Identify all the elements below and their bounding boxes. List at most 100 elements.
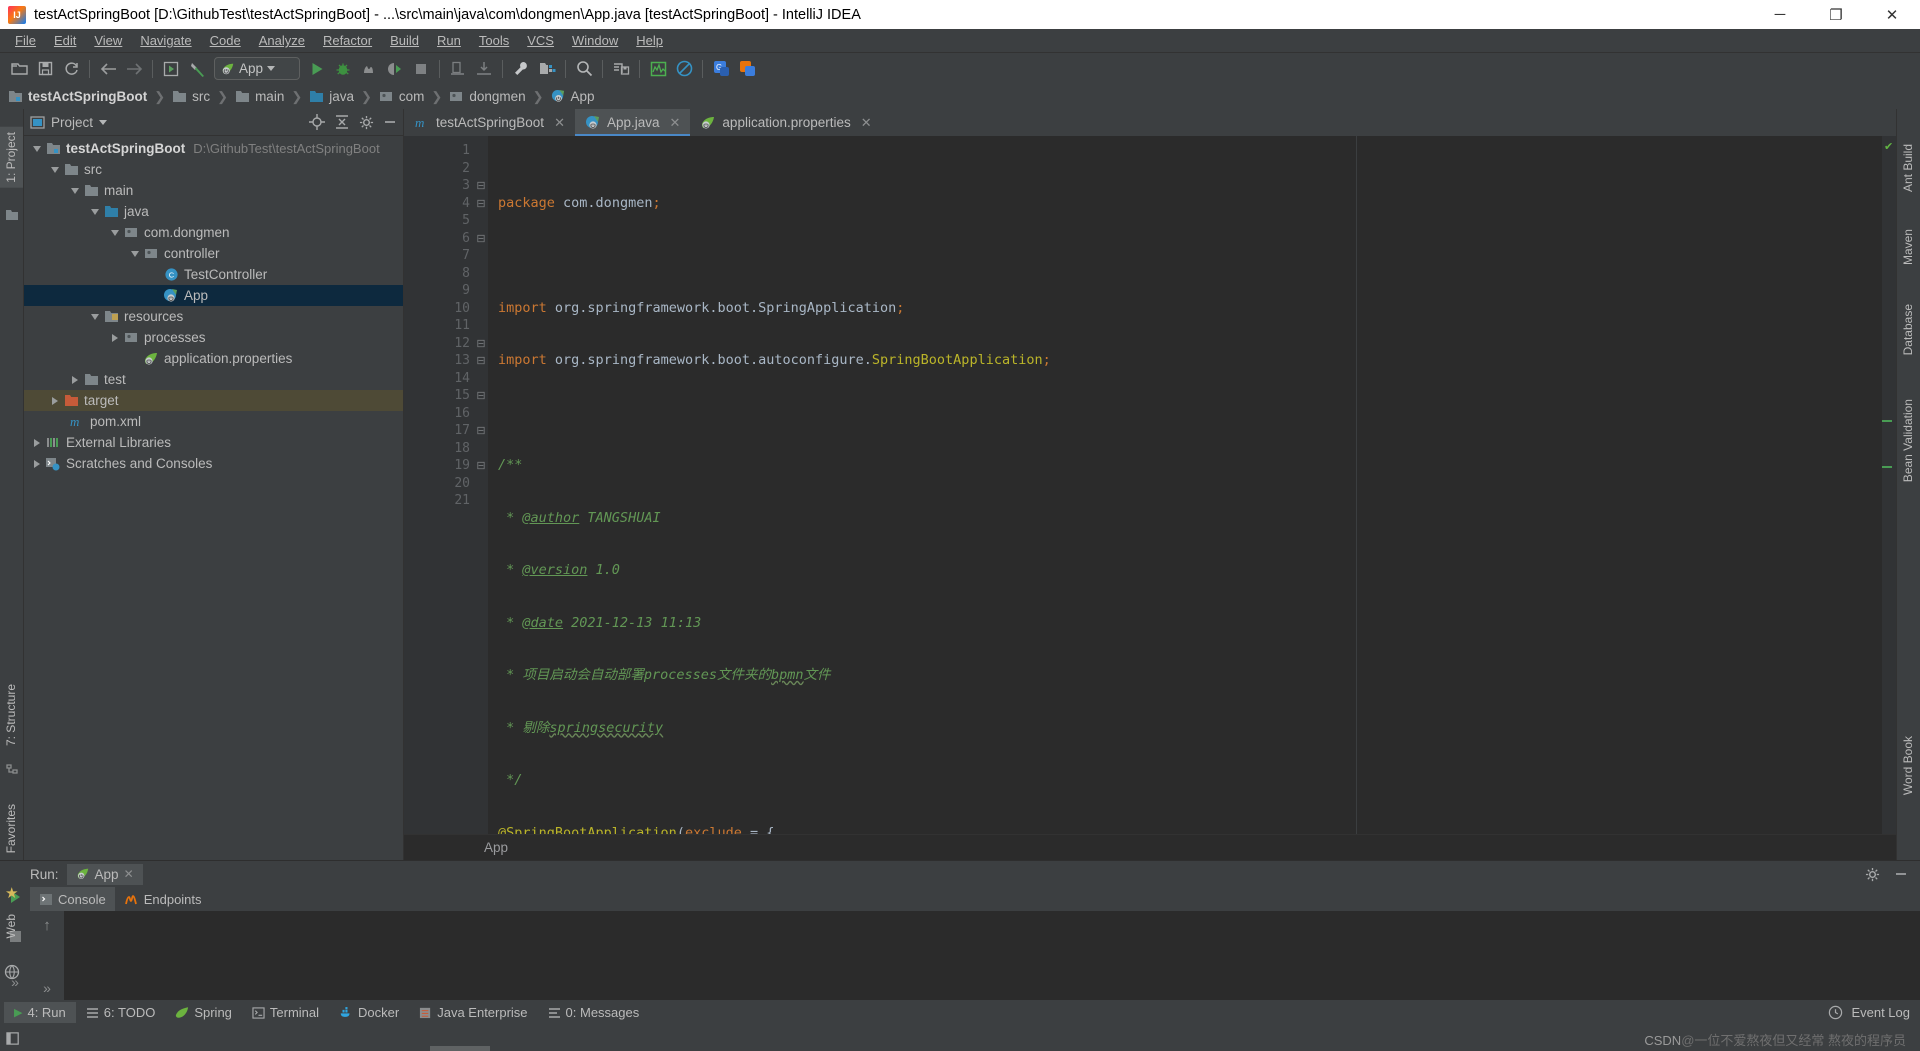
bottom-item-docker[interactable]: Docker	[329, 1002, 409, 1023]
chevron-down-icon[interactable]	[128, 250, 142, 257]
chevron-right-icon[interactable]	[108, 333, 122, 342]
bottom-item-java-enterprise[interactable]: Java Enterprise	[409, 1002, 537, 1023]
menu-refactor[interactable]: Refactor	[314, 31, 381, 50]
menu-build[interactable]: Build	[381, 31, 428, 50]
scroll-up-icon[interactable]: ↑	[43, 917, 51, 934]
arrow-forward-icon[interactable]	[121, 56, 147, 82]
menu-view[interactable]: View	[85, 31, 131, 50]
minimize-button[interactable]: ─	[1752, 0, 1808, 29]
tree-row-package-controller[interactable]: controller	[24, 243, 403, 264]
update-app-icon[interactable]	[445, 56, 471, 82]
search-everywhere-icon[interactable]	[571, 56, 597, 82]
run-icon[interactable]	[304, 56, 330, 82]
menu-help[interactable]: Help	[627, 31, 672, 50]
event-log-label[interactable]: Event Log	[1851, 1005, 1910, 1020]
inspection-ok-icon[interactable]: ✔	[1884, 140, 1893, 153]
sidebar-item-bean-validation[interactable]: Bean Validation	[1896, 394, 1920, 487]
menu-tools[interactable]: Tools	[470, 31, 518, 50]
sync-refresh-icon[interactable]	[58, 56, 84, 82]
menu-edit[interactable]: Edit	[45, 31, 85, 50]
editor-line-number-gutter[interactable]: 1 2 3 4 5 6 7 8 9 10 11 12 13 14 15 16 1	[404, 136, 474, 834]
run-panel-tab-app[interactable]: App ✕	[66, 863, 143, 885]
editor-tab-app-java[interactable]: App.java ✕	[574, 109, 691, 136]
bottom-item-terminal[interactable]: Terminal	[242, 1002, 329, 1023]
menu-run[interactable]: Run	[428, 31, 470, 50]
tree-row-target[interactable]: target	[24, 390, 403, 411]
no-entry-icon[interactable]	[671, 56, 697, 82]
tree-row-main[interactable]: main	[24, 180, 403, 201]
tree-row-application-properties[interactable]: application.properties	[24, 348, 403, 369]
run-configuration-selector[interactable]: App	[214, 57, 300, 80]
save-all-icon[interactable]	[32, 56, 58, 82]
fold-marker-method-end[interactable]: ⊟	[474, 457, 488, 475]
tree-row-java[interactable]: java	[24, 201, 403, 222]
sidebar-item-favorites[interactable]: Favorites	[0, 799, 23, 858]
stripe-mark[interactable]	[1882, 466, 1892, 468]
editor-tab-application-properties[interactable]: application.properties ✕	[690, 109, 881, 136]
fold-marker-javadoc[interactable]: ⊟	[474, 230, 488, 248]
close-icon[interactable]: ✕	[554, 115, 565, 131]
fold-marker-imports[interactable]: ⊟	[474, 177, 488, 195]
menu-code[interactable]: Code	[201, 31, 250, 50]
sidebar-item-maven[interactable]: Maven	[1896, 224, 1920, 270]
bottom-item-spring[interactable]: Spring	[165, 1002, 242, 1023]
sidebar-item-ant-build[interactable]: Ant Build	[1896, 139, 1920, 197]
wrench-settings-icon[interactable]	[508, 56, 534, 82]
tab-endpoints[interactable]: Endpoints	[115, 887, 211, 911]
menu-analyze[interactable]: Analyze	[250, 31, 314, 50]
tree-row-processes[interactable]: processes	[24, 327, 403, 348]
chevron-right-icon[interactable]	[30, 459, 44, 468]
run-with-coverage-icon[interactable]	[356, 56, 382, 82]
editor-error-stripe[interactable]: ✔	[1882, 136, 1896, 834]
tree-row-class-testcontroller[interactable]: C TestController	[24, 264, 403, 285]
profiler-icon[interactable]	[382, 56, 408, 82]
stripe-mark[interactable]	[1882, 420, 1892, 422]
chevron-down-icon[interactable]	[30, 145, 44, 152]
minimize-icon[interactable]	[1894, 867, 1908, 881]
chevron-down-icon[interactable]	[108, 229, 122, 236]
fold-marker-import-2[interactable]: ⊟	[474, 195, 488, 213]
monitor-graph-icon[interactable]	[645, 56, 671, 82]
minimize-icon[interactable]	[383, 115, 397, 129]
editor-tab-pom[interactable]: m testActSpringBoot ✕	[404, 109, 575, 136]
database-save-icon[interactable]	[608, 56, 634, 82]
locate-target-icon[interactable]	[309, 114, 325, 130]
breadcrumb-item-com[interactable]: com	[379, 89, 424, 104]
toggle-layout-icon[interactable]	[6, 1031, 21, 1046]
chevron-right-icon[interactable]	[48, 396, 62, 405]
menu-vcs[interactable]: VCS	[518, 31, 563, 50]
console-output[interactable]	[64, 911, 1920, 1000]
chevron-down-icon[interactable]	[88, 313, 102, 320]
chevron-right-icon[interactable]	[30, 438, 44, 447]
fold-marker-annotation[interactable]: ⊟	[474, 352, 488, 370]
rerun-icon[interactable]	[471, 56, 497, 82]
stop-icon[interactable]	[408, 56, 434, 82]
tree-row-test[interactable]: test	[24, 369, 403, 390]
chevron-right-icon[interactable]	[68, 375, 82, 384]
open-in-browser-icon[interactable]	[734, 56, 760, 82]
bottom-item-todo[interactable]: 6: TODO	[76, 1002, 166, 1023]
translate-icon[interactable]: G	[708, 56, 734, 82]
menu-window[interactable]: Window	[563, 31, 627, 50]
breadcrumb-item-module[interactable]: testActSpringBoot	[8, 89, 147, 104]
horizontal-scrollbar[interactable]	[430, 1046, 490, 1051]
tree-row-external-libraries[interactable]: External Libraries	[24, 432, 403, 453]
tree-row-scratches-and-consoles[interactable]: Scratches and Consoles	[24, 453, 403, 474]
chevron-down-icon[interactable]	[267, 66, 276, 71]
tree-row-src[interactable]: src	[24, 159, 403, 180]
open-folder-icon[interactable]	[6, 56, 32, 82]
chevron-down-icon[interactable]	[48, 166, 62, 173]
fold-marker-method[interactable]: ⊟	[474, 422, 488, 440]
tree-row-module[interactable]: testActSpringBoot D:\GithubTest\testActS…	[24, 138, 403, 159]
expand-more-icon[interactable]: »	[43, 980, 51, 1000]
sidebar-item-project[interactable]: 1: Project	[0, 127, 23, 188]
close-icon[interactable]: ✕	[670, 115, 681, 131]
debug-bug-icon[interactable]	[330, 56, 356, 82]
bottom-item-run[interactable]: ▶ 4: Run	[4, 1002, 76, 1023]
menu-file[interactable]: File	[6, 31, 45, 50]
tree-row-pom-xml[interactable]: m pom.xml	[24, 411, 403, 432]
tree-row-resources[interactable]: resources	[24, 306, 403, 327]
gear-icon[interactable]	[359, 115, 374, 130]
breadcrumb-item-main[interactable]: main	[235, 89, 284, 104]
fold-marker-javadoc-end[interactable]: ⊟	[474, 335, 488, 353]
